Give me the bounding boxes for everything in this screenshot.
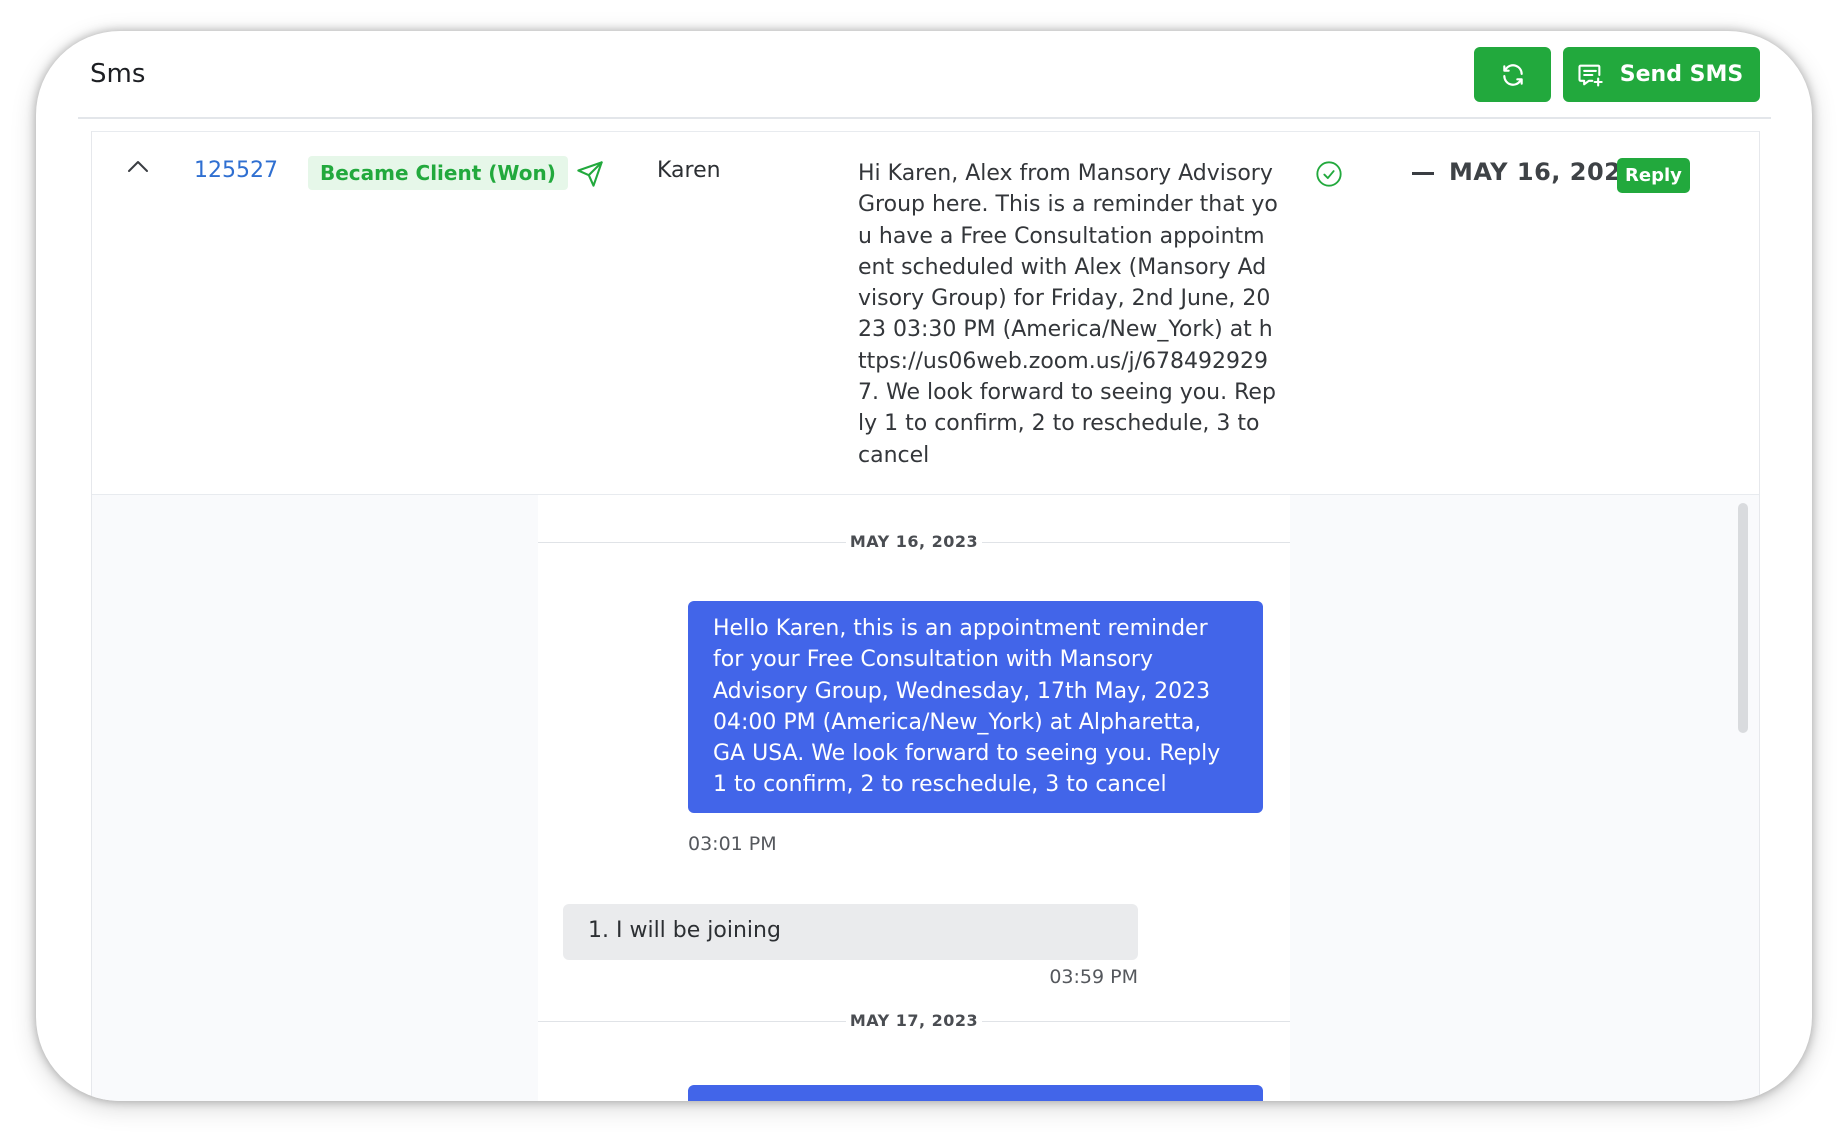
sms-table: 125527 Became Client (Won) Karen Hi Kare… <box>91 131 1760 1101</box>
message-date: MAY 16, 2023 <box>1449 158 1639 186</box>
conversation-area: MAY 16, 2023 Hello Karen, this is an app… <box>92 495 1759 1101</box>
reply-button[interactable]: Reply <box>1617 158 1690 193</box>
incoming-message-bubble: 1. I will be joining <box>563 904 1138 960</box>
send-sms-button[interactable]: Send SMS <box>1563 47 1760 102</box>
conversation-thread: MAY 16, 2023 Hello Karen, this is an app… <box>538 495 1290 1101</box>
send-icon <box>577 161 603 187</box>
outgoing-message-bubble <box>688 1085 1263 1101</box>
send-sms-label: Send SMS <box>1619 62 1744 87</box>
sms-panel: Sms Send SMS 125527 Became Client (Won) … <box>78 31 1771 1101</box>
message-time: 03:01 PM <box>688 833 777 855</box>
date-divider-label: MAY 16, 2023 <box>849 532 979 551</box>
date-divider: MAY 17, 2023 <box>538 1011 1290 1031</box>
refresh-button[interactable] <box>1474 47 1551 102</box>
message-time: 03:59 PM <box>1049 966 1138 988</box>
contact-name: Karen <box>657 158 721 183</box>
dash-divider <box>1412 172 1434 175</box>
contact-id-link[interactable]: 125527 <box>194 158 278 183</box>
chevron-up-icon[interactable] <box>126 158 150 174</box>
sms-window: Sms Send SMS 125527 Became Client (Won) … <box>36 31 1812 1101</box>
page-title: Sms <box>90 59 146 89</box>
date-divider-label: MAY 17, 2023 <box>849 1011 979 1030</box>
check-circle-icon <box>1316 161 1342 187</box>
scrollbar[interactable] <box>1738 503 1748 733</box>
message-plus-icon <box>1578 64 1603 87</box>
date-divider: MAY 16, 2023 <box>538 532 1290 552</box>
refresh-icon <box>1502 63 1523 86</box>
panel-header: Sms Send SMS <box>78 31 1771 119</box>
table-row[interactable]: 125527 Became Client (Won) Karen Hi Kare… <box>92 131 1759 496</box>
message-preview: Hi Karen, Alex from Mansory Advisory Gro… <box>858 161 1278 468</box>
outgoing-message-bubble: Hello Karen, this is an appointment remi… <box>688 601 1263 813</box>
status-badge: Became Client (Won) <box>308 156 568 190</box>
